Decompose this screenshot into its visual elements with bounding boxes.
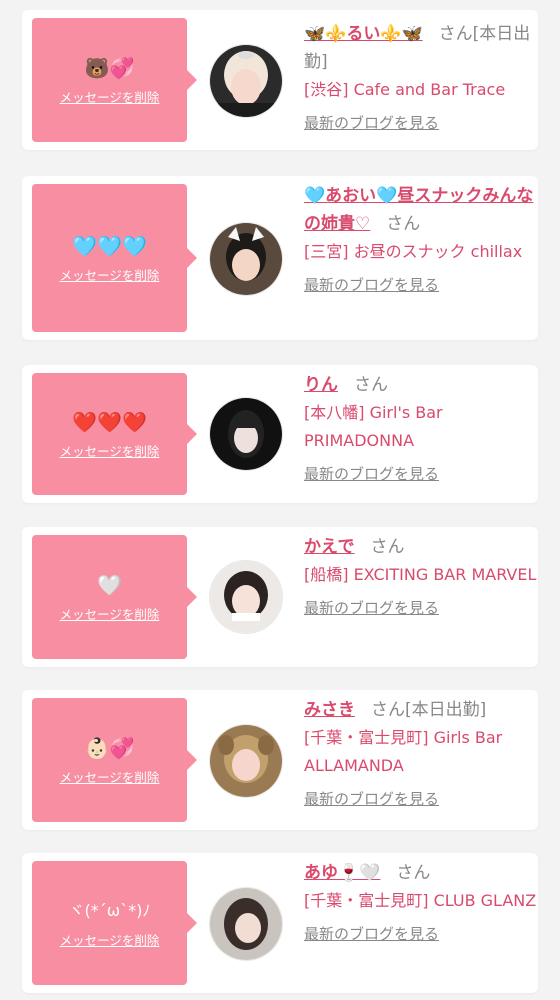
delete-message-link[interactable]: メッセージを削除 [60,930,160,949]
message-emoji: ❤️❤️❤️ [72,409,147,434]
delete-message-link[interactable]: メッセージを削除 [60,441,160,460]
shop-name: [本八幡] Girl's Bar PRIMADONNA [304,403,443,450]
avatar[interactable] [209,560,283,634]
profile-info: りん さん [本八幡] Girl's Bar PRIMADONNA 最新のブログを… [304,371,538,485]
honorific: さん [386,214,421,234]
message-bubble: 🤍 メッセージを削除 [32,535,197,659]
message-bubble: 🩵🩵🩵 メッセージを削除 [32,184,197,332]
avatar[interactable] [209,887,283,961]
honorific: さん [354,375,388,395]
work-status: [本日出勤] [405,700,487,720]
message-card: 🩵🩵🩵 メッセージを削除 🩵あおい🩵昼スナックみんなの姉貴♡ さん [三宮] お昼… [22,176,538,340]
latest-blog-link[interactable]: 最新のブログを見る [304,597,439,619]
message-card: ❤️❤️❤️ メッセージを削除 りん さん [本八幡] Girl's Bar PR… [22,365,538,503]
message-bubble: 👶🏻💞 メッセージを削除 [32,698,197,822]
shop-name: [千葉・富士見町] CLUB GLANZ [304,891,537,910]
message-card: 🤍 メッセージを削除 かえで さん [船橋] EXCITING BAR MARVE… [22,527,538,667]
honorific: さん [371,700,405,720]
shop-name: [千葉・富士見町] Girls Bar ALLAMANDA [304,728,503,775]
delete-message-link[interactable]: メッセージを削除 [60,604,160,623]
message-bubble: 🐻💞 メッセージを削除 [32,18,197,142]
profile-name[interactable]: かえで [304,537,355,557]
avatar[interactable] [209,724,283,798]
latest-blog-link[interactable]: 最新のブログを見る [304,112,439,134]
message-emoji: 🐻💞 [84,55,135,80]
latest-blog-link[interactable]: 最新のブログを見る [304,788,439,810]
message-card: 🐻💞 メッセージを削除 🦋⚜️るい⚜️🦋 さん[本日出勤] [渋谷] Cafe a… [22,10,538,150]
latest-blog-link[interactable]: 最新のブログを見る [304,274,439,296]
honorific: さん [370,537,405,557]
message-card: 👶🏻💞 メッセージを削除 みさき さん[本日出勤] [千葉・富士見町] Girls… [22,690,538,830]
avatar[interactable] [209,222,283,296]
delete-message-link[interactable]: メッセージを削除 [60,265,160,284]
profile-info: みさき さん[本日出勤] [千葉・富士見町] Girls Bar ALLAMAND… [304,696,538,810]
message-bubble: ❤️❤️❤️ メッセージを削除 [32,373,197,495]
profile-name[interactable]: りん [304,375,338,395]
profile-info: あゆ🍷🤍 さん [千葉・富士見町] CLUB GLANZ 最新のブログを見る [304,859,538,945]
profile-info: 🩵あおい🩵昼スナックみんなの姉貴♡ さん [三宮] お昼のスナック chillax… [304,182,538,296]
latest-blog-link[interactable]: 最新のブログを見る [304,923,439,945]
profile-info: かえで さん [船橋] EXCITING BAR MARVEL 最新のブログを見る [304,533,538,619]
message-emoji: 👶🏻💞 [84,735,135,760]
shop-name: [三宮] お昼のスナック chillax [304,242,523,261]
message-emoji: 🩵🩵🩵 [72,233,147,258]
profile-info: 🦋⚜️るい⚜️🦋 さん[本日出勤] [渋谷] Cafe and Bar Trace… [304,20,538,134]
delete-message-link[interactable]: メッセージを削除 [60,87,160,106]
shop-name: [渋谷] Cafe and Bar Trace [304,80,506,99]
message-emoji: 🤍 [97,572,122,597]
avatar[interactable] [209,44,283,118]
profile-name[interactable]: 🦋⚜️るい⚜️🦋 [304,24,423,44]
message-card: ヾ(*´ω`*)ﾉ メッセージを削除 あゆ🍷🤍 さん [千葉・富士見町] CLUB… [22,853,538,993]
honorific: さん [438,24,473,44]
message-bubble: ヾ(*´ω`*)ﾉ メッセージを削除 [32,861,197,985]
honorific: さん [396,863,431,883]
delete-message-link[interactable]: メッセージを削除 [60,767,160,786]
profile-name[interactable]: あゆ🍷🤍 [304,863,380,883]
latest-blog-link[interactable]: 最新のブログを見る [304,463,439,485]
message-emoji: ヾ(*´ω`*)ﾉ [68,900,151,920]
profile-name[interactable]: みさき [304,700,355,720]
shop-name: [船橋] EXCITING BAR MARVEL [304,565,537,584]
message-list: 🐻💞 メッセージを削除 🦋⚜️るい⚜️🦋 さん[本日出勤] [渋谷] Cafe a… [0,0,560,1000]
avatar[interactable] [209,397,283,471]
